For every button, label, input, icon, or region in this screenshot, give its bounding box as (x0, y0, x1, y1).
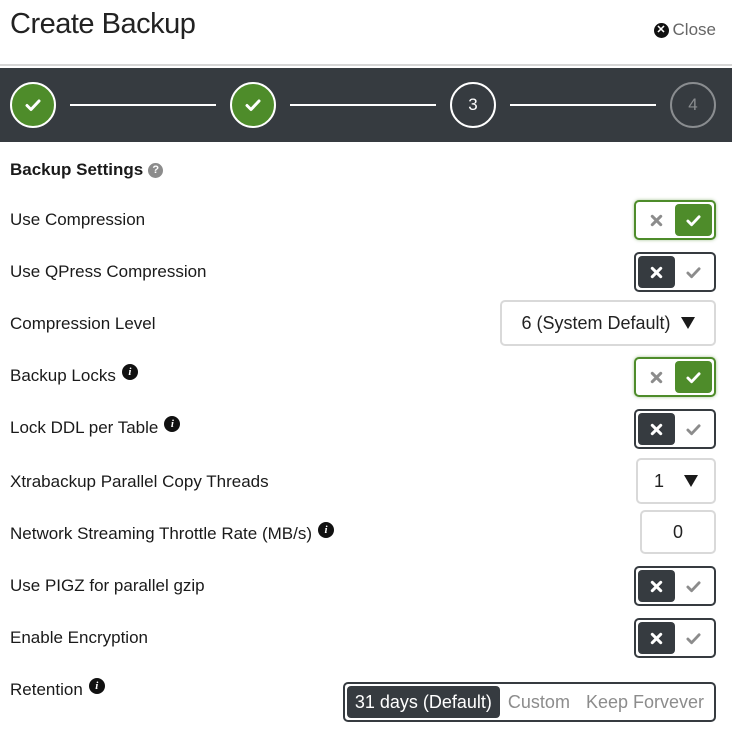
label-text: Use PIGZ for parallel gzip (10, 576, 205, 595)
check-icon (686, 370, 701, 385)
x-icon (649, 422, 664, 437)
backup-locks-label: Backup Locks i (10, 364, 138, 386)
use-qpress-label: Use QPress Compression (10, 262, 207, 282)
label-text: Use Compression (10, 210, 146, 229)
label-text: Retention (10, 680, 83, 699)
throttle-rate-label: Network Streaming Throttle Rate (MB/s) i (10, 522, 334, 544)
check-icon (686, 631, 701, 646)
label-text: Lock DDL per Table (10, 418, 159, 437)
wizard-stepper: 3 4 (0, 68, 732, 142)
lock-ddl-label: Lock DDL per Table i (10, 416, 181, 438)
x-icon (649, 631, 664, 646)
x-circle-icon: ✕ (653, 22, 669, 38)
parallel-threads-select[interactable]: 1 (636, 458, 716, 504)
info-circle-icon[interactable]: i (164, 416, 181, 432)
select-value: 1 (653, 470, 664, 491)
compression-level-label: Compression Level (10, 314, 156, 334)
x-icon (649, 370, 664, 385)
compression-level-select[interactable]: 6 (System Default) (500, 300, 716, 346)
step-connector (290, 104, 436, 106)
toggle-off-option[interactable] (638, 256, 675, 288)
backup-locks-toggle[interactable] (634, 357, 716, 397)
section-heading: Backup Settings ? (10, 160, 164, 180)
step-4[interactable]: 4 (670, 82, 716, 128)
check-icon (686, 265, 701, 280)
check-icon (25, 97, 41, 113)
label-text: Network Streaming Throttle Rate (MB/s) (10, 524, 312, 543)
x-icon (649, 265, 664, 280)
label-text: Xtrabackup Parallel Copy Threads (10, 472, 269, 491)
step-3[interactable]: 3 (450, 82, 496, 128)
retention-option-custom[interactable]: Custom (500, 686, 578, 718)
toggle-on-option[interactable] (675, 256, 712, 288)
check-icon (686, 579, 701, 594)
toggle-off-option[interactable] (638, 413, 675, 445)
retention-label: Retention i (10, 678, 105, 700)
info-circle-icon[interactable]: i (88, 678, 105, 694)
retention-option-default[interactable]: 31 days (Default) (346, 686, 500, 718)
label-text: Compression Level (10, 314, 156, 333)
question-circle-icon[interactable]: ? (148, 162, 164, 178)
toggle-on-option[interactable] (675, 622, 712, 654)
info-circle-icon[interactable]: i (318, 522, 334, 538)
step-connector (510, 104, 656, 106)
x-icon (649, 213, 664, 228)
close-label: Close (672, 20, 716, 39)
use-pigz-toggle[interactable] (634, 566, 716, 606)
toggle-on-option[interactable] (675, 570, 712, 602)
toggle-on-option[interactable] (675, 413, 712, 445)
section-title: Backup Settings (10, 160, 144, 179)
info-circle-icon[interactable]: i (121, 364, 138, 380)
select-value: 6 (System Default) (521, 312, 671, 333)
caret-down-icon (684, 475, 698, 487)
step-2[interactable] (230, 82, 276, 128)
lock-ddl-toggle[interactable] (634, 409, 716, 449)
label-text: Backup Locks (10, 366, 116, 385)
label-text: Use QPress Compression (10, 262, 207, 281)
toggle-off-option[interactable] (638, 570, 675, 602)
toggle-on-option[interactable] (675, 361, 712, 393)
modal-header: Create Backup ✕ Close (0, 0, 732, 66)
x-icon (649, 579, 664, 594)
encryption-label: Enable Encryption (10, 628, 148, 648)
step-1[interactable] (10, 82, 56, 128)
caret-down-icon (680, 317, 695, 329)
step-connector (70, 104, 216, 106)
toggle-on-option[interactable] (675, 204, 712, 236)
modal-title: Create Backup (10, 8, 196, 40)
retention-option-forever[interactable]: Keep Forvever (578, 686, 712, 718)
toggle-off-option[interactable] (638, 204, 675, 236)
label-text: Enable Encryption (10, 628, 148, 647)
encryption-toggle[interactable] (634, 618, 716, 658)
toggle-off-option[interactable] (638, 622, 675, 654)
use-qpress-toggle[interactable] (634, 252, 716, 292)
parallel-threads-label: Xtrabackup Parallel Copy Threads (10, 472, 269, 492)
use-compression-toggle[interactable] (634, 200, 716, 240)
check-icon (686, 213, 701, 228)
retention-segmented-control: 31 days (Default) Custom Keep Forvever (342, 682, 716, 722)
throttle-rate-input[interactable] (640, 510, 716, 554)
close-button[interactable]: ✕ Close (653, 20, 716, 40)
toggle-off-option[interactable] (638, 361, 675, 393)
use-compression-label: Use Compression (10, 210, 145, 230)
check-icon (245, 97, 261, 113)
use-pigz-label: Use PIGZ for parallel gzip (10, 576, 205, 596)
check-icon (686, 422, 701, 437)
